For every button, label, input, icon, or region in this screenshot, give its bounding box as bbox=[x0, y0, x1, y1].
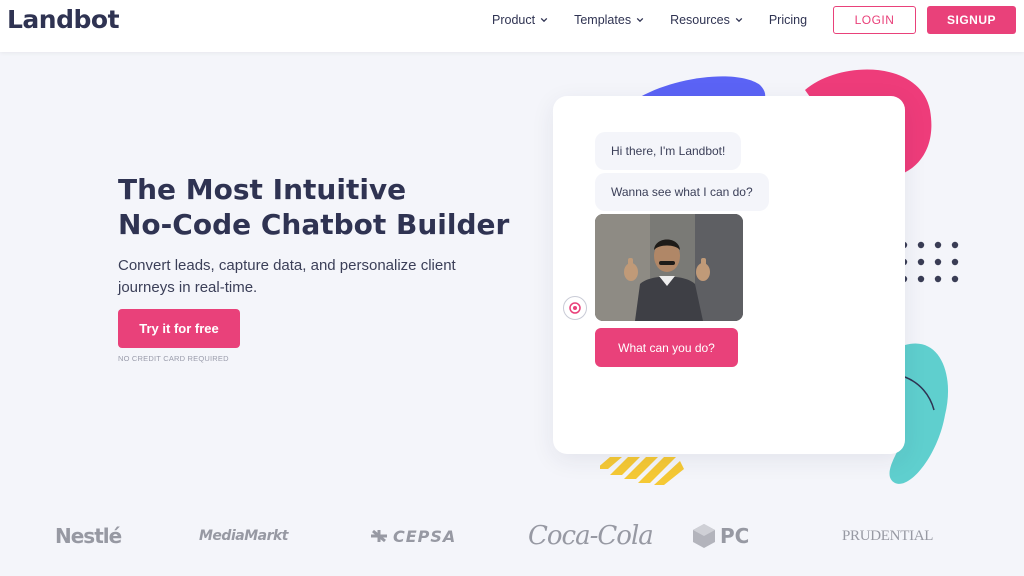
client-logos: Nestlé MediaMarkt CEPSA Coca-Cola PC PRU… bbox=[0, 512, 1024, 562]
cepsa-logo-text: CEPSA bbox=[393, 526, 457, 546]
pc-logo-text: PC bbox=[720, 524, 750, 548]
gif-illustration bbox=[595, 214, 743, 321]
cepsa-mark-icon bbox=[371, 529, 387, 543]
pc-cube-icon bbox=[693, 524, 715, 548]
signup-button[interactable]: SIGNUP bbox=[927, 6, 1016, 34]
chevron-down-icon bbox=[636, 17, 644, 23]
yellow-stripes bbox=[600, 457, 684, 485]
gif-arm-left bbox=[628, 258, 633, 268]
landbot-logo[interactable]: Landbot bbox=[7, 5, 120, 34]
cepsa-logo: CEPSA bbox=[369, 512, 456, 560]
hero-subtitle: Convert leads, capture data, and persona… bbox=[118, 257, 456, 296]
chevron-down-icon bbox=[540, 17, 548, 23]
hero-title-line: No-Code Chatbot Builder bbox=[118, 208, 510, 241]
gif-arm-right bbox=[701, 258, 706, 268]
hero-title: The Most Intuitive No-Code Chatbot Build… bbox=[118, 172, 509, 242]
nav-item-templates[interactable]: Templates bbox=[574, 12, 644, 28]
hero-title-line: The Most Intuitive bbox=[118, 173, 407, 206]
no-credit-card-note: NO CREDIT CARD REQUIRED bbox=[118, 354, 229, 363]
coca-cola-logo: Coca-Cola bbox=[528, 521, 654, 551]
dots-pattern bbox=[900, 241, 959, 283]
nav-item-product[interactable]: Product bbox=[492, 12, 548, 28]
bot-message: Hi there, I'm Landbot! bbox=[595, 132, 742, 170]
pc-componentes-logo: PC bbox=[692, 512, 749, 560]
nav-item-pricing[interactable]: Pricing bbox=[769, 12, 807, 28]
gif-person-mustache bbox=[659, 261, 675, 265]
login-button[interactable]: LOGIN bbox=[833, 6, 916, 34]
try-free-button[interactable]: Try it for free bbox=[118, 309, 240, 348]
what-can-you-do-button[interactable]: What can you do? bbox=[595, 328, 738, 367]
nav-item-label: Resources bbox=[670, 13, 730, 27]
main-nav: Product Templates Resources Pricing bbox=[492, 12, 833, 28]
bot-avatar-icon bbox=[563, 296, 587, 320]
mediamarkt-logo: MediaMarkt bbox=[199, 528, 288, 544]
nav-item-label: Product bbox=[492, 13, 536, 27]
avatar-glyph bbox=[569, 302, 581, 314]
prudential-logo: PRUDENTIAL bbox=[842, 527, 934, 544]
chat-preview-card: Hi there, I'm Landbot! Wanna see what I … bbox=[553, 96, 905, 454]
nav-item-resources[interactable]: Resources bbox=[670, 12, 743, 28]
nav-item-label: Templates bbox=[574, 13, 632, 27]
nestle-logo: Nestlé bbox=[55, 524, 122, 548]
thumbs-up-gif bbox=[595, 214, 743, 321]
nav-item-label: Pricing bbox=[768, 13, 808, 27]
site-header: Landbot Product Templates Resources Pric… bbox=[0, 0, 1024, 52]
chevron-down-icon bbox=[735, 17, 743, 23]
bot-message: Wanna see what I can do? bbox=[595, 173, 769, 211]
